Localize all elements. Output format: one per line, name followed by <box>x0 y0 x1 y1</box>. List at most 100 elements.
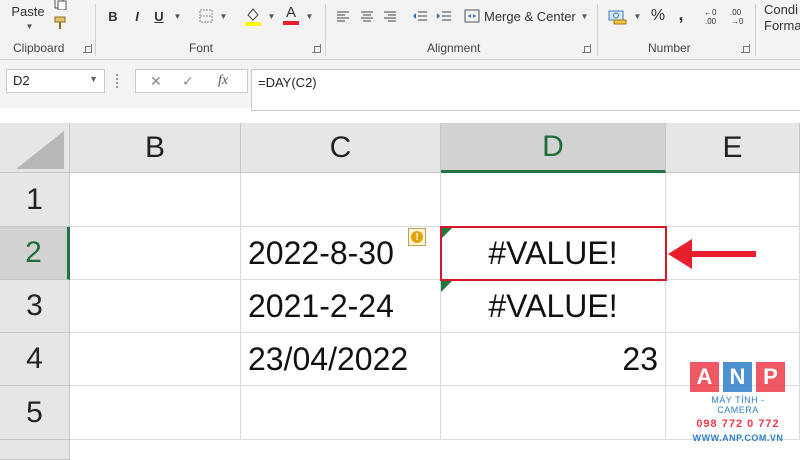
cell-b4[interactable] <box>70 333 241 386</box>
increase-decimal-button[interactable]: ←0.00 <box>702 4 724 28</box>
decrease-decimal-icon: .00→0 <box>730 8 744 26</box>
cell-d5[interactable] <box>441 386 666 440</box>
arrow-left-icon <box>668 239 756 269</box>
cond-format-line2: Format <box>764 18 800 33</box>
accounting-icon <box>608 10 627 25</box>
font-launcher-icon[interactable] <box>312 44 321 53</box>
fill-color-button[interactable] <box>243 4 263 28</box>
copy-button[interactable] <box>52 0 70 11</box>
cell-c4[interactable]: 23/04/2022 <box>241 333 441 386</box>
number-launcher-icon[interactable] <box>741 44 750 53</box>
warning-glyph: ! <box>411 231 423 243</box>
chevron-down-icon: ▼ <box>580 11 589 21</box>
merge-center-button[interactable]: Merge & Center <box>464 5 576 27</box>
cell-d1[interactable] <box>441 173 666 227</box>
align-right-button[interactable] <box>381 7 399 25</box>
column-header-b[interactable]: B <box>70 123 241 173</box>
accounting-dropdown[interactable]: ▼ <box>630 8 642 24</box>
underline-dropdown[interactable]: ▼ <box>170 8 182 24</box>
name-box[interactable]: D2 ▼ <box>6 69 105 93</box>
format-painter-button[interactable] <box>52 14 70 32</box>
align-center-button[interactable] <box>358 7 376 25</box>
cell-b2[interactable] <box>70 227 241 280</box>
row-header-4[interactable]: 4 <box>0 333 70 386</box>
align-left-icon <box>337 11 349 22</box>
formula-bar-grip[interactable] <box>116 74 119 88</box>
cancel-icon[interactable]: ✕ <box>150 73 162 90</box>
underline-button[interactable]: U <box>150 6 168 26</box>
conditional-formatting-button[interactable]: Condi Format <box>764 2 800 34</box>
clipboard-launcher-icon[interactable] <box>83 44 92 53</box>
cell-c1[interactable] <box>241 173 441 227</box>
italic-button[interactable]: I <box>128 6 146 26</box>
row-header-2[interactable]: 2 <box>0 227 70 280</box>
select-all-button[interactable] <box>0 123 70 173</box>
cell-e3[interactable] <box>666 280 800 333</box>
merge-center-dropdown[interactable]: ▼ <box>577 8 589 24</box>
bold-button[interactable]: B <box>104 6 122 26</box>
percent-label: % <box>650 7 666 24</box>
cell-d3[interactable]: #VALUE! <box>441 280 666 333</box>
decrease-indent-button[interactable] <box>410 7 430 25</box>
row-header-6[interactable] <box>0 440 70 460</box>
svg-text:.00: .00 <box>730 8 742 17</box>
cell-value: 2022-8-30 <box>248 234 394 271</box>
formula-bar-area: D2 ▼ ✕ ✓ fx =DAY(C2) <box>0 60 800 111</box>
row-label: 4 <box>26 342 43 375</box>
paste-button[interactable]: Paste <box>8 2 48 20</box>
decrease-decimal-button[interactable]: .00 →0 <box>728 4 750 28</box>
divider <box>597 4 598 56</box>
logo-site: WWW.ANP.COM.VN <box>692 433 784 443</box>
font-color-dropdown[interactable]: ▼ <box>302 8 314 24</box>
cell-c5[interactable] <box>241 386 441 440</box>
comma-style-button[interactable]: , <box>673 3 689 25</box>
font-color-swatch <box>283 21 299 25</box>
row-label: 1 <box>26 182 43 216</box>
cond-format-line1: Condi <box>764 2 798 17</box>
chevron-down-icon: ▼ <box>219 11 228 21</box>
cell-b3[interactable] <box>70 280 241 333</box>
error-indicator-icon <box>441 280 453 292</box>
comma-label: , <box>678 3 684 24</box>
divider <box>755 4 756 56</box>
percent-style-button[interactable]: % <box>648 5 668 27</box>
paste-dropdown[interactable]: ▼ <box>20 20 36 32</box>
logo-letter: N <box>723 362 752 392</box>
format-painter-icon <box>54 16 66 29</box>
increase-indent-icon <box>437 11 451 21</box>
cell-c3[interactable]: 2021-2-24 <box>241 280 441 333</box>
borders-button[interactable] <box>196 6 216 26</box>
bold-label: B <box>108 8 118 24</box>
align-left-button[interactable] <box>334 7 352 25</box>
fill-color-dropdown[interactable]: ▼ <box>264 8 276 24</box>
error-warning-icon[interactable]: ! <box>408 228 426 246</box>
svg-text:→0: →0 <box>731 17 744 26</box>
row-label: 3 <box>26 289 43 322</box>
borders-dropdown[interactable]: ▼ <box>216 8 228 24</box>
insert-function-icon[interactable]: fx <box>218 73 228 89</box>
formula-input[interactable]: =DAY(C2) <box>251 69 800 111</box>
row-header-3[interactable]: 3 <box>0 280 70 333</box>
column-label: C <box>329 130 352 164</box>
column-header-c[interactable]: C <box>241 123 441 173</box>
row-label: 2 <box>25 236 42 269</box>
cell-b1[interactable] <box>70 173 241 227</box>
divider <box>95 4 96 56</box>
column-header-e[interactable]: E <box>666 123 800 173</box>
cell-e1[interactable] <box>666 173 800 227</box>
logo-letter: P <box>756 362 785 392</box>
increase-indent-button[interactable] <box>434 7 454 25</box>
decrease-indent-icon <box>413 11 427 21</box>
row-label: 5 <box>26 395 43 429</box>
enter-icon[interactable]: ✓ <box>182 73 194 90</box>
alignment-launcher-icon[interactable] <box>582 44 591 53</box>
chevron-down-icon[interactable]: ▼ <box>89 74 98 84</box>
svg-text:←0: ←0 <box>704 8 717 17</box>
column-header-d[interactable]: D <box>441 123 666 173</box>
accounting-format-button[interactable] <box>607 5 629 27</box>
cell-b5[interactable] <box>70 386 241 440</box>
row-header-1[interactable]: 1 <box>0 173 70 227</box>
font-color-button[interactable]: A <box>282 2 300 28</box>
row-header-5[interactable]: 5 <box>0 386 70 440</box>
cell-d4[interactable]: 23 <box>441 333 666 386</box>
